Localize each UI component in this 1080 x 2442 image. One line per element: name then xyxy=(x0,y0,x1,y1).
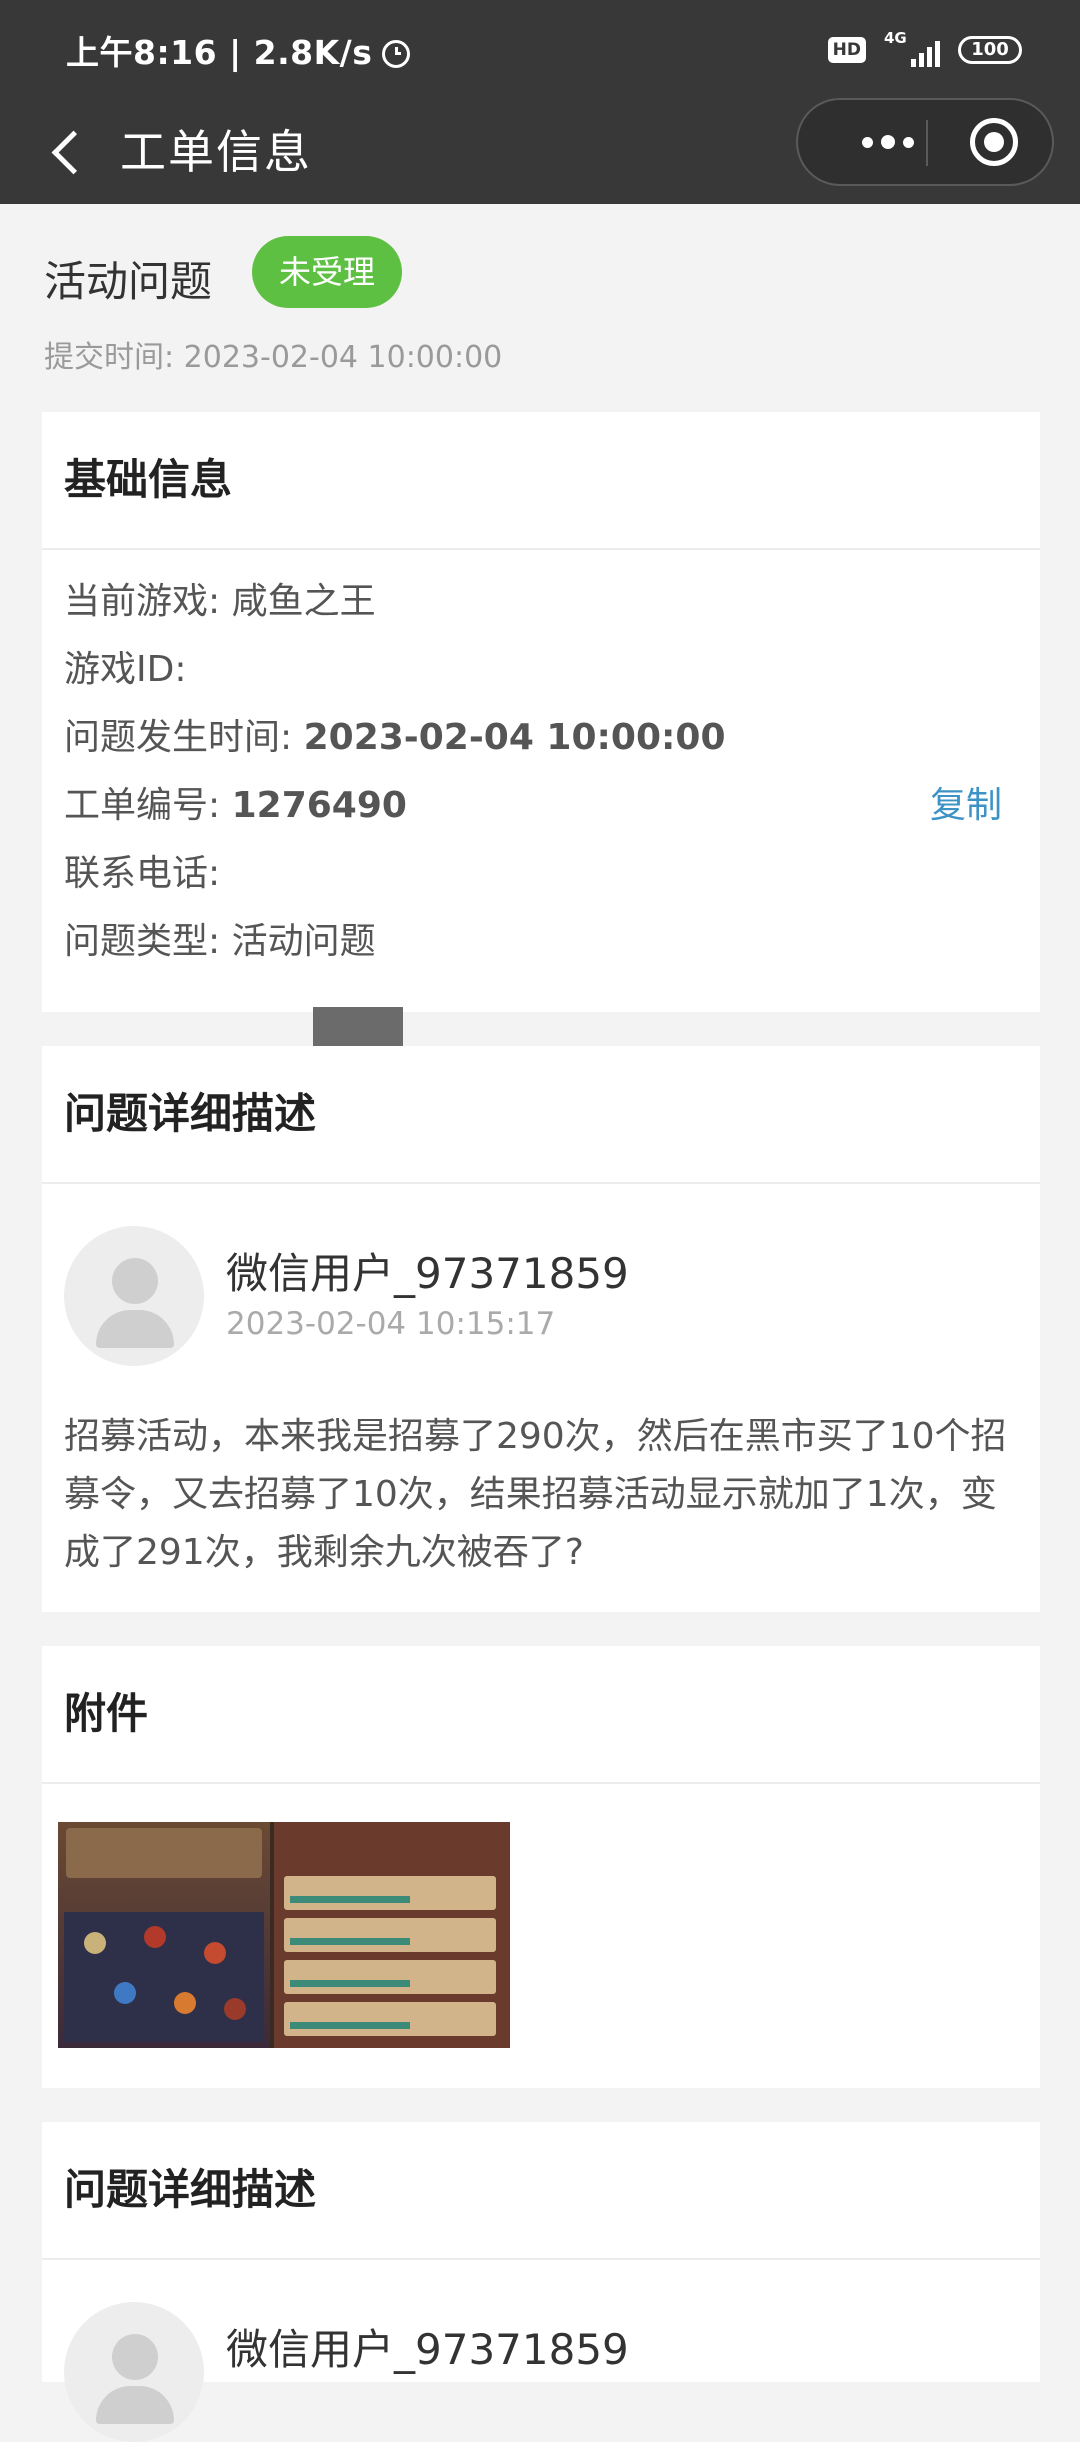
info-row-game: 当前游戏: 咸鱼之王 xyxy=(64,572,376,624)
basic-info-card: 基础信息 当前游戏: 咸鱼之王 游戏ID: 问题发生时间: 2023-02-04… xyxy=(42,412,1040,1012)
info-row-phone: 联系电话: xyxy=(64,844,220,896)
more-icon[interactable] xyxy=(838,100,938,184)
copy-button[interactable]: 复制 xyxy=(930,776,1002,828)
hd-icon: HD xyxy=(827,37,866,63)
value: 活动问题 xyxy=(231,921,376,962)
label: 问题发生时间: xyxy=(64,717,293,758)
signal-icon: 4G xyxy=(884,29,940,67)
avatar xyxy=(64,2302,204,2442)
status-time: 上午8:16 | 2.8K/s xyxy=(66,26,411,74)
label: 游戏ID: xyxy=(64,649,187,690)
label: 问题类型: xyxy=(64,921,221,962)
card-title: 问题详细描述 xyxy=(42,2122,1040,2260)
miniprogram-capsule xyxy=(796,98,1054,186)
info-row-game-id: 游戏ID: xyxy=(64,640,186,692)
status-bar: 上午8:16 | 2.8K/s HD 4G 100 xyxy=(0,0,1080,100)
label: 工单编号: xyxy=(64,785,221,826)
detail-card: 问题详细描述 微信用户_97371859 2023-02-04 10:15:17… xyxy=(42,1046,1040,1612)
username: 微信用户_97371859 xyxy=(226,2325,629,2374)
label: 联系电话: xyxy=(64,853,221,894)
status-badge: 未受理 xyxy=(252,236,402,308)
description-text: 招募活动，本来我是招募了290次，然后在黑市买了10个招募令，又去招募了10次，… xyxy=(64,1416,1007,1573)
value: 1276490 xyxy=(231,785,407,826)
detail-card-2: 问题详细描述 微信用户_97371859 xyxy=(42,2122,1040,2442)
card-title: 附件 xyxy=(42,1646,1040,1784)
info-row-occur-time: 问题发生时间: 2023-02-04 10:00:00 xyxy=(64,708,726,760)
ticket-category: 活动问题 xyxy=(44,257,213,306)
status-time-text: 上午8:16 | 2.8K/s xyxy=(66,33,373,72)
label: 当前游戏: xyxy=(64,581,221,622)
attachment-card: 附件 xyxy=(42,1646,1040,2088)
avatar xyxy=(64,1226,204,1366)
info-row-type: 问题类型: 活动问题 xyxy=(64,912,376,964)
status-icons: HD 4G 100 xyxy=(827,29,1022,70)
card-title: 问题详细描述 xyxy=(42,1046,1040,1184)
value: 2023-02-04 10:00:00 xyxy=(303,717,726,758)
card-title: 基础信息 xyxy=(42,412,1040,550)
close-circle-icon[interactable] xyxy=(970,118,1018,166)
username: 微信用户_97371859 xyxy=(226,1249,629,1298)
masked-phone xyxy=(313,1007,403,1051)
post-time: 2023-02-04 10:15:17 xyxy=(226,1306,556,1342)
value: 咸鱼之王 xyxy=(231,581,376,622)
capsule-divider xyxy=(926,120,928,166)
ticket-header: 活动问题 未受理 提交时间: 2023-02-04 10:00:00 xyxy=(0,204,1080,410)
network-type: 4G xyxy=(884,29,907,47)
info-row-ticket-no: 工单编号: 1276490 xyxy=(64,776,407,828)
attachment-thumbnail[interactable] xyxy=(58,1822,510,2048)
alarm-icon xyxy=(382,40,411,68)
page-title: 工单信息 xyxy=(120,125,312,179)
back-arrow-icon[interactable] xyxy=(44,122,104,182)
submit-time: 提交时间: 2023-02-04 10:00:00 xyxy=(44,340,503,375)
battery-icon: 100 xyxy=(958,36,1022,64)
